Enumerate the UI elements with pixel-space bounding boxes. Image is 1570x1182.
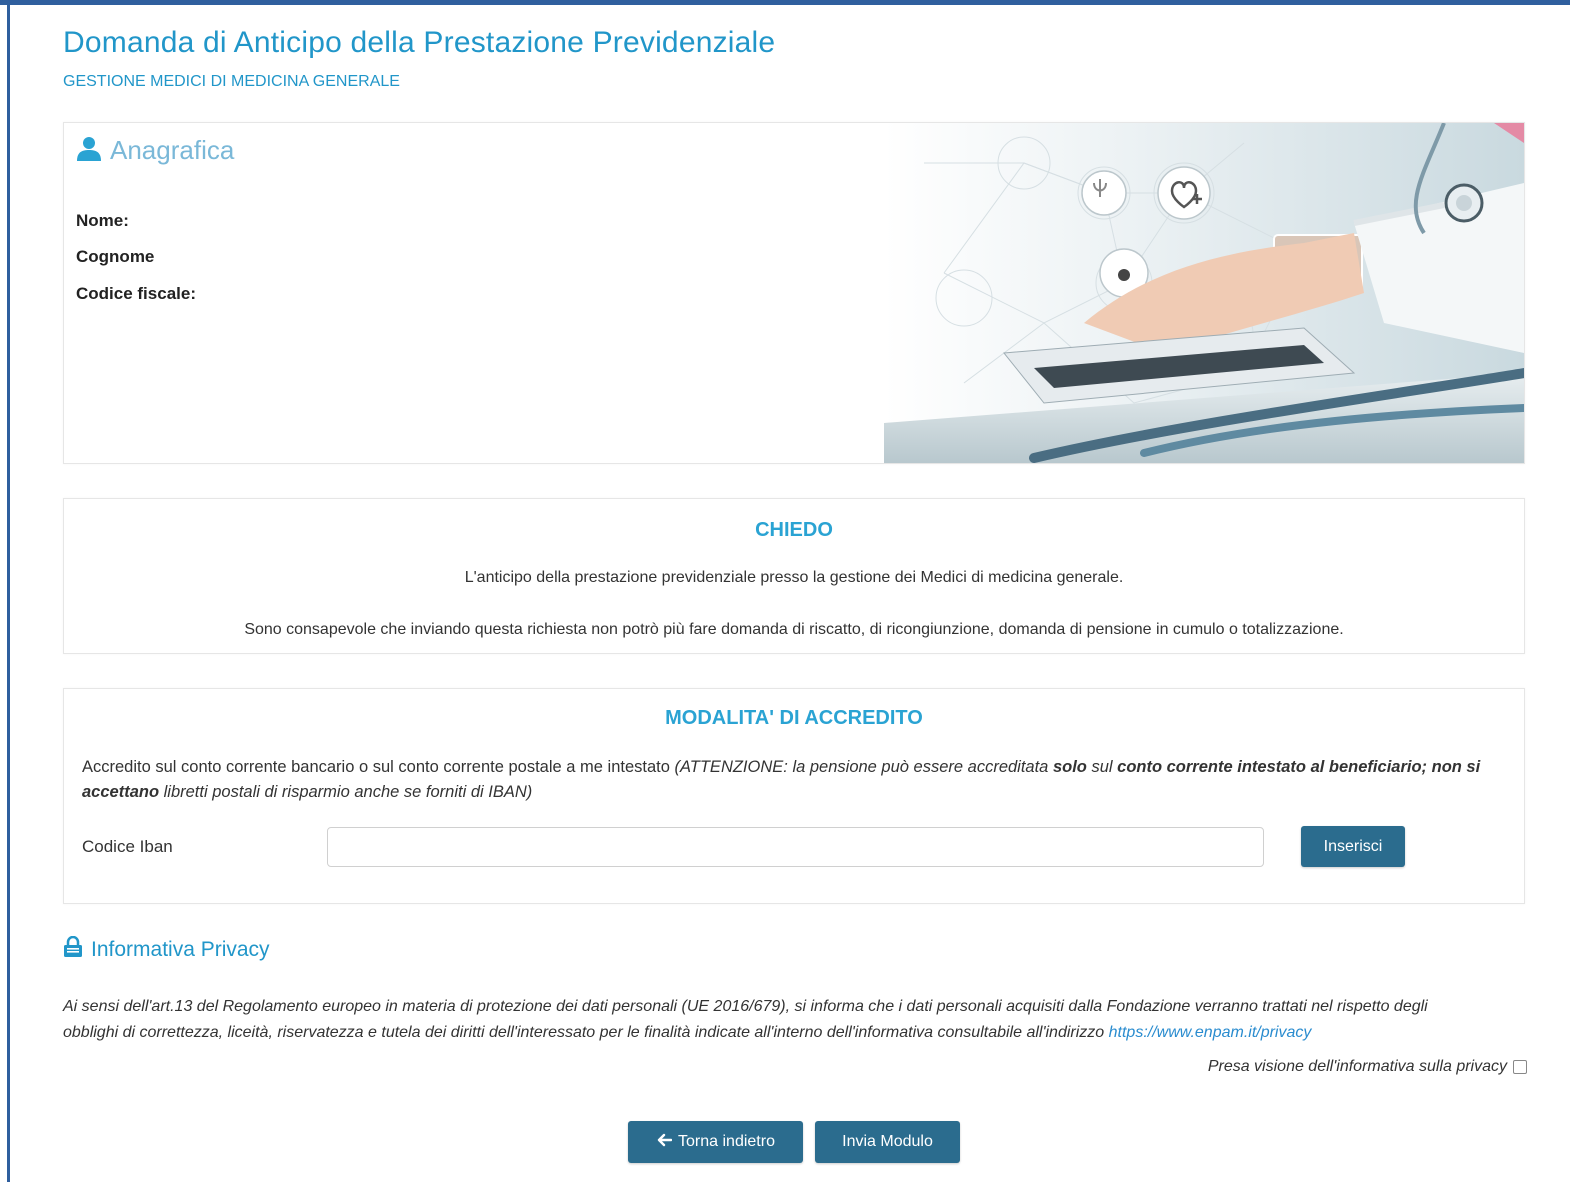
chiedo-line-2: Sono consapevole che inviando questa ric… (244, 621, 1344, 638)
cognome-label: Cognome (76, 247, 155, 266)
page-title: Domanda di Anticipo della Prestazione Pr… (63, 26, 776, 59)
anagrafica-header: Anagrafica (76, 135, 234, 166)
window-frame-top (0, 0, 1570, 5)
privacy-link[interactable]: https://www.enpam.it/privacy (1109, 1024, 1312, 1041)
user-icon (76, 135, 102, 166)
privacy-title: Informativa Privacy (91, 937, 270, 961)
modalita-accredito-card: MODALITA' DI ACCREDITO Accredito sul con… (63, 688, 1525, 904)
modalita-text-normal: Accredito sul conto corrente bancario o … (82, 758, 675, 776)
back-button-label: Torna indietro (678, 1133, 775, 1150)
chiedo-title: CHIEDO (755, 519, 833, 541)
modalita-text-italic-1: (ATTENZIONE: la pensione può essere accr… (674, 758, 1053, 776)
modalita-text-italic-3: libretti postali di risparmio anche se f… (159, 783, 533, 801)
insert-iban-button[interactable]: Inserisci (1301, 826, 1405, 867)
chiedo-card: CHIEDO L'anticipo della prestazione prev… (63, 498, 1525, 654)
privacy-header: Informativa Privacy (63, 935, 270, 963)
window-frame-left (7, 0, 10, 1182)
medical-hero-image (884, 123, 1524, 463)
send-form-button[interactable]: Invia Modulo (815, 1121, 960, 1163)
modalita-title: MODALITA' DI ACCREDITO (665, 707, 923, 729)
iban-label: Codice Iban (82, 837, 173, 856)
privacy-consent[interactable]: Presa visione dell'informativa sulla pri… (1208, 1058, 1527, 1076)
iban-input[interactable] (327, 827, 1264, 867)
lock-icon (63, 935, 83, 963)
modalita-text-italic-2: sul (1086, 758, 1118, 776)
privacy-checkbox[interactable] (1513, 1060, 1527, 1074)
modalita-description: Accredito sul conto corrente bancario o … (82, 755, 1502, 805)
page-subtitle: GESTIONE MEDICI DI MEDICINA GENERALE (63, 73, 400, 90)
back-button[interactable]: Torna indietro (628, 1121, 803, 1163)
privacy-checkbox-label: Presa visione dell'informativa sulla pri… (1207, 1058, 1507, 1075)
anagrafica-title: Anagrafica (110, 135, 235, 165)
nome-label: Nome: (76, 211, 129, 230)
arrow-left-icon (656, 1133, 673, 1152)
modalita-text-bold-1: solo (1052, 758, 1087, 776)
codice-fiscale-label: Codice fiscale: (76, 284, 196, 303)
chiedo-line-1: L'anticipo della prestazione previdenzia… (464, 569, 1124, 586)
privacy-text: Ai sensi dell'art.13 del Regolamento eur… (63, 994, 1483, 1046)
anagrafica-card: Anagrafica Nome: Cognome Codice fiscale: (63, 122, 1525, 464)
